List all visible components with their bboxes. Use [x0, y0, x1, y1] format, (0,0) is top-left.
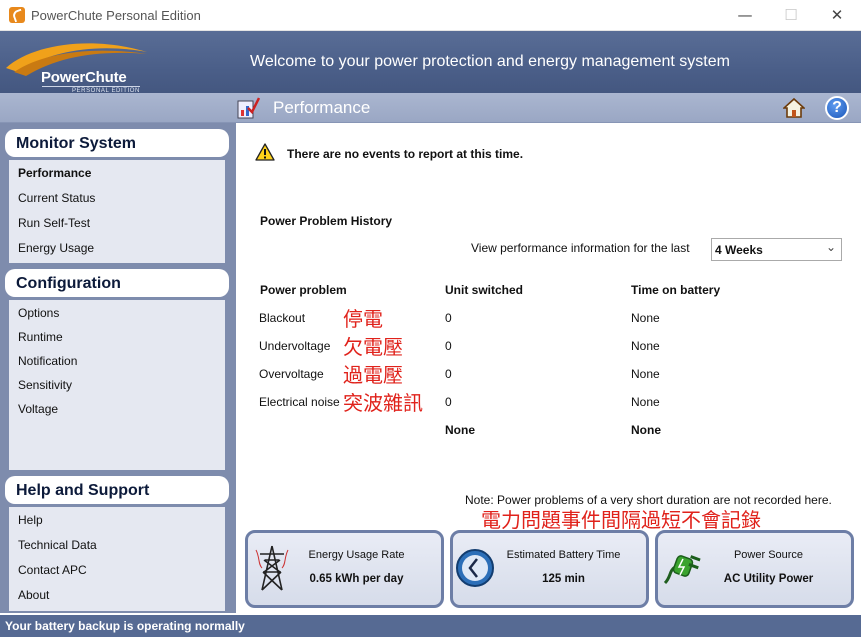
nav-technical-data[interactable]: Technical Data — [18, 538, 97, 552]
nav-current-status[interactable]: Current Status — [18, 191, 95, 205]
nav-about[interactable]: About — [18, 588, 49, 602]
energy-usage-label: Energy Usage Rate — [308, 549, 405, 561]
row-switched: 0 — [445, 395, 452, 409]
energy-usage-card[interactable]: Energy Usage Rate 0.65 kWh per day — [245, 530, 444, 608]
welcome-text: Welcome to your power protection and ene… — [250, 53, 730, 70]
power-source-value: AC Utility Power — [723, 573, 814, 585]
column-time-on-battery: Time on battery — [631, 283, 721, 297]
energy-usage-value: 0.65 kWh per day — [309, 573, 404, 585]
page-title-bar: Performance ? — [0, 93, 861, 123]
row-switched: 0 — [445, 311, 452, 325]
nav-notification[interactable]: Notification — [18, 354, 77, 368]
row-problem: Undervoltage — [259, 339, 331, 353]
note-annotation: 電力問題事件間隔過短不會記錄 — [481, 508, 761, 532]
maximize-button[interactable]: ☐ — [771, 4, 811, 26]
nav-performance[interactable]: Performance — [18, 166, 91, 180]
row-annotation: 突波雜訊 — [343, 391, 423, 415]
row-problem: Overvoltage — [259, 367, 324, 381]
section-monitor-system: Monitor System — [5, 129, 229, 157]
row-battery: None — [631, 367, 660, 381]
row-battery: None — [631, 311, 660, 325]
section-help-support: Help and Support — [5, 476, 229, 504]
monitor-system-panel: Performance Current Status Run Self-Test… — [9, 160, 225, 263]
chevron-down-icon: ⌄ — [825, 240, 836, 254]
column-power-problem: Power problem — [260, 283, 347, 297]
row-annotation: 停電 — [343, 307, 383, 331]
nav-sensitivity[interactable]: Sensitivity — [18, 378, 72, 392]
total-switched: None — [445, 423, 475, 437]
window-title: PowerChute Personal Edition — [31, 8, 201, 23]
app-icon — [9, 7, 25, 23]
powerchute-logo: PowerChute PERSONAL EDITION — [4, 36, 150, 94]
row-battery: None — [631, 339, 660, 353]
nav-contact-apc[interactable]: Contact APC — [18, 563, 87, 577]
logo-brand: PowerChute — [41, 69, 127, 86]
nav-options[interactable]: Options — [18, 306, 59, 320]
period-select[interactable]: 4 Weeks ⌄ — [711, 238, 842, 261]
close-button[interactable]: ✕ — [817, 4, 857, 26]
row-problem: Electrical noise — [259, 395, 340, 409]
help-icon[interactable]: ? — [825, 96, 849, 120]
configuration-panel: Options Runtime Notification Sensitivity… — [9, 300, 225, 470]
title-bar: PowerChute Personal Edition — ☐ ✕ — [0, 0, 861, 31]
battery-time-label: Estimated Battery Time — [506, 549, 621, 561]
row-switched: 0 — [445, 367, 452, 381]
warning-icon — [255, 143, 275, 161]
page-title: Performance — [273, 98, 371, 117]
minimize-button[interactable]: — — [725, 4, 765, 26]
home-icon[interactable] — [783, 97, 805, 119]
nav-runtime[interactable]: Runtime — [18, 330, 63, 344]
power-source-card[interactable]: Power Source AC Utility Power — [655, 530, 854, 608]
row-switched: 0 — [445, 339, 452, 353]
nav-help[interactable]: Help — [18, 513, 43, 527]
power-problem-history-title: Power Problem History — [260, 214, 393, 228]
section-configuration: Configuration — [5, 269, 229, 297]
column-unit-switched: Unit switched — [445, 283, 524, 297]
nav-voltage[interactable]: Voltage — [18, 402, 58, 416]
nav-energy-usage[interactable]: Energy Usage — [18, 241, 94, 255]
period-select-value: 4 Weeks — [715, 243, 763, 257]
row-annotation: 欠電壓 — [343, 335, 403, 359]
row-problem: Blackout — [259, 311, 306, 325]
help-support-panel: Help Technical Data Contact APC About — [9, 507, 225, 611]
row-battery: None — [631, 395, 660, 409]
status-bar: Your battery backup is operating normall… — [0, 615, 861, 637]
total-battery: None — [631, 423, 661, 437]
battery-time-value: 125 min — [542, 573, 585, 585]
power-source-label: Power Source — [733, 549, 804, 561]
view-period-label: View performance information for the las… — [471, 241, 690, 255]
battery-time-card[interactable]: Estimated Battery Time 125 min — [450, 530, 649, 608]
no-events-message: There are no events to report at this ti… — [287, 147, 524, 161]
nav-run-self-test[interactable]: Run Self-Test — [18, 216, 90, 230]
performance-icon — [237, 97, 260, 119]
row-annotation: 過電壓 — [343, 363, 403, 387]
